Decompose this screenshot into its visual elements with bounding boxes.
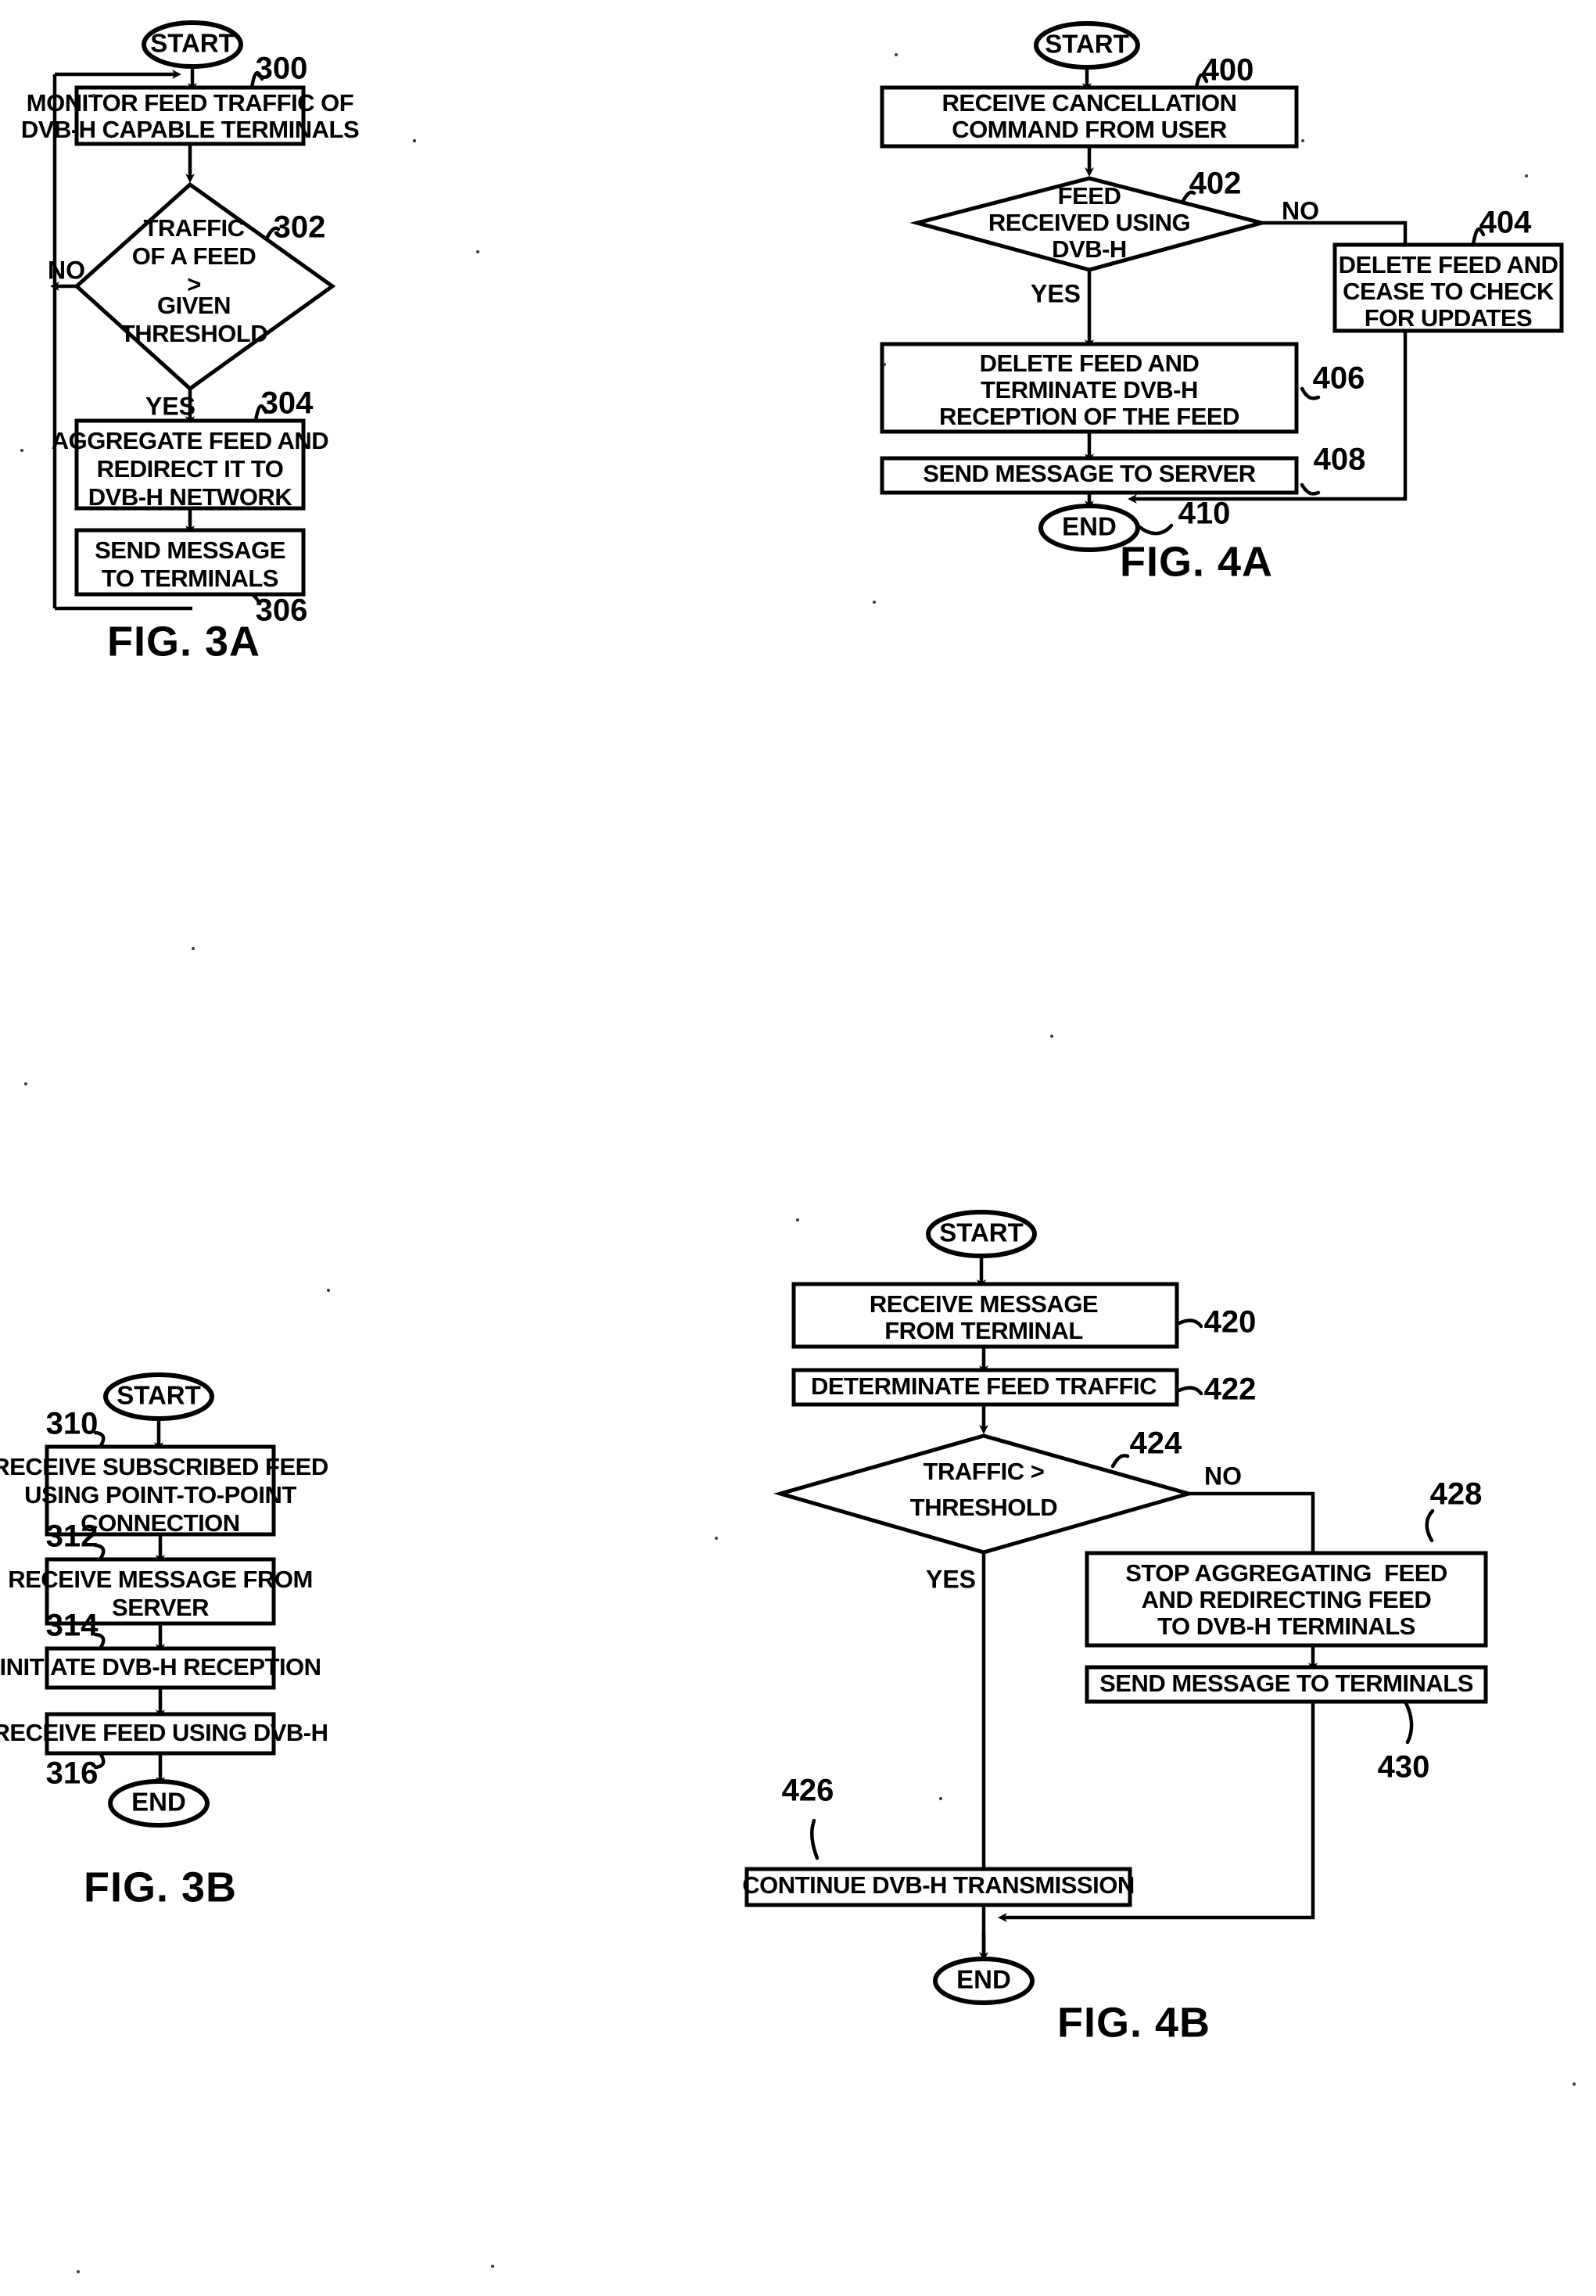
scan-artifacts <box>20 53 1576 2273</box>
patent-drawing-sheet: START MONITOR FEED TRAFFIC OF DVB-H CAPA… <box>0 0 1596 2296</box>
